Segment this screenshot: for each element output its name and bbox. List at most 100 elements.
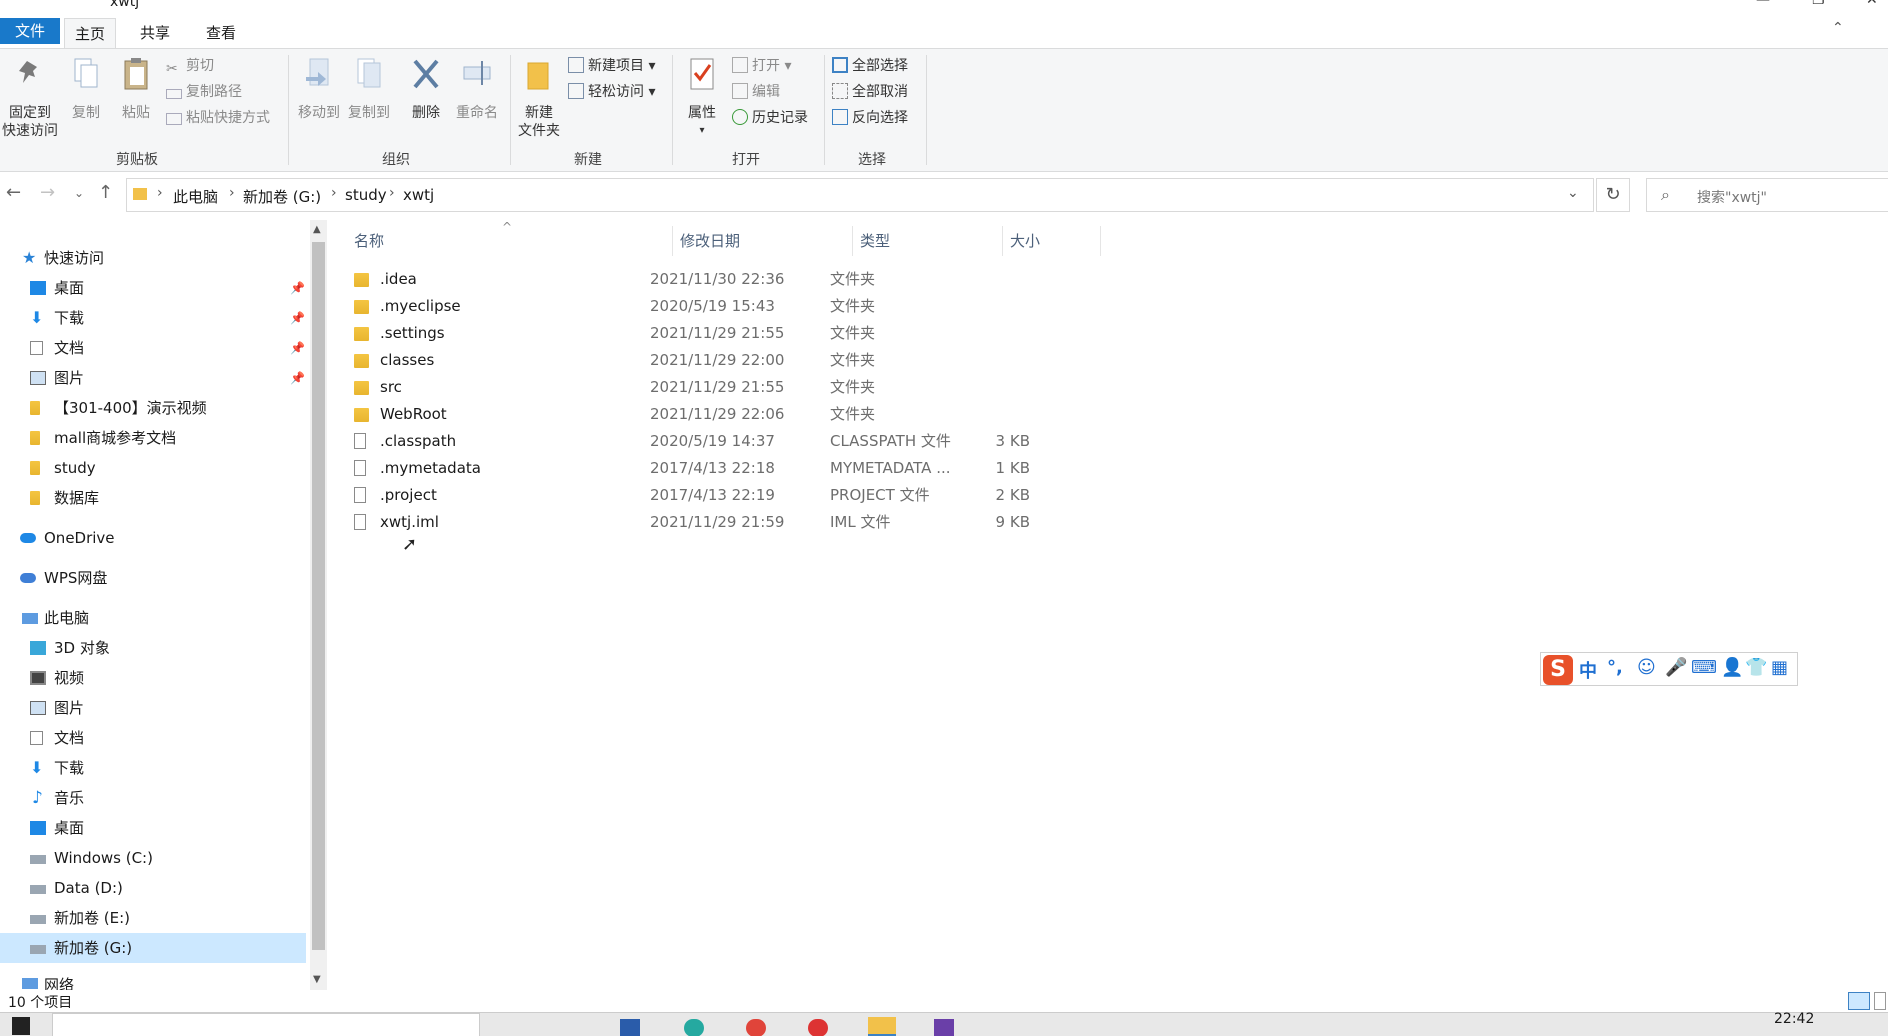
nav-item-demo-videos[interactable]: 【301-400】演示视频: [0, 393, 306, 423]
nav-item-documents-pc[interactable]: 文档: [0, 723, 306, 753]
skin-shirt-icon[interactable]: 👕: [1745, 657, 1767, 678]
address-bar[interactable]: › 此电脑 › 新加卷 (G:) › study › xwtj ⌄: [126, 178, 1594, 212]
copy-to-button[interactable]: 复制到: [344, 55, 394, 122]
invert-selection-button[interactable]: 反向选择: [832, 106, 908, 130]
nav-item-desktop[interactable]: 桌面 📌: [0, 273, 306, 303]
breadcrumb-this-pc[interactable]: 此电脑: [173, 186, 218, 207]
tab-view[interactable]: 查看: [196, 18, 246, 48]
pin-icon[interactable]: 📌: [290, 333, 305, 363]
pin-quick-access-button[interactable]: 固定到 快速访问: [2, 55, 58, 140]
open-button[interactable]: 打开 ▾: [732, 54, 791, 78]
nav-item-mall-docs[interactable]: mall商城参考文档: [0, 423, 306, 453]
column-header-type[interactable]: 类型: [860, 228, 890, 254]
copy-button[interactable]: 复制: [66, 55, 106, 122]
tab-home[interactable]: 主页: [64, 18, 117, 48]
column-header-date[interactable]: 修改日期: [680, 228, 740, 254]
recent-locations-chevron-icon[interactable]: ⌄: [74, 186, 84, 200]
file-row[interactable]: classes 2021/11/29 22:00 文件夹: [350, 347, 1430, 374]
scroll-up-arrow-icon[interactable]: ▲: [313, 224, 321, 235]
column-header-size[interactable]: 大小: [1010, 228, 1040, 254]
column-divider[interactable]: [1002, 226, 1003, 256]
nav-item-videos[interactable]: 视频: [0, 663, 306, 693]
nav-quick-access[interactable]: ★ 快速访问: [0, 243, 306, 273]
large-icons-view-icon[interactable]: [1874, 992, 1886, 1010]
close-button[interactable]: ✕: [1866, 0, 1878, 8]
pin-icon[interactable]: 📌: [290, 273, 305, 303]
file-row[interactable]: WebRoot 2021/11/29 22:06 文件夹: [350, 401, 1430, 428]
nav-wps-cloud[interactable]: WPS网盘: [0, 563, 306, 593]
new-folder-button[interactable]: 新建 文件夹: [514, 55, 564, 140]
breadcrumb-study[interactable]: study: [345, 186, 387, 204]
file-row[interactable]: xwtj.iml 2021/11/29 21:59 IML 文件 9 KB: [350, 509, 1430, 536]
file-row[interactable]: src 2021/11/29 21:55 文件夹: [350, 374, 1430, 401]
file-explorer-icon[interactable]: [868, 1017, 896, 1036]
nav-item-drive-g[interactable]: 新加卷 (G:): [0, 933, 306, 963]
nav-item-study[interactable]: study: [0, 453, 306, 483]
breadcrumb-separator-icon[interactable]: ›: [157, 185, 163, 201]
emoji-icon[interactable]: ☺: [1637, 657, 1656, 678]
pin-icon[interactable]: 📌: [290, 303, 305, 333]
taskbar-search-box[interactable]: [52, 1013, 480, 1036]
back-arrow-icon[interactable]: ←: [6, 182, 21, 203]
new-item-button[interactable]: 新建项目 ▾: [568, 54, 655, 78]
nav-item-downloads[interactable]: ⬇ 下载 📌: [0, 303, 306, 333]
user-icon[interactable]: 👤: [1721, 657, 1743, 678]
details-view-icon[interactable]: [1848, 992, 1870, 1010]
column-header-name[interactable]: 名称: [354, 228, 384, 254]
nav-item-music[interactable]: ♪ 音乐: [0, 783, 306, 813]
taskbar-app-icon[interactable]: [684, 1019, 704, 1036]
file-row[interactable]: .idea 2021/11/30 22:36 文件夹: [350, 266, 1430, 293]
file-row[interactable]: .myeclipse 2020/5/19 15:43 文件夹: [350, 293, 1430, 320]
breadcrumb-separator-icon[interactable]: ›: [331, 185, 337, 201]
edit-button[interactable]: 编辑: [732, 80, 780, 104]
cut-button[interactable]: ✂ 剪切: [166, 54, 214, 78]
nav-onedrive[interactable]: OneDrive: [0, 523, 306, 553]
address-dropdown-chevron-icon[interactable]: ⌄: [1567, 185, 1579, 201]
ime-mode-chinese[interactable]: 中: [1579, 657, 1597, 683]
toolbox-grid-icon[interactable]: ▦: [1771, 657, 1788, 678]
nav-item-desktop-pc[interactable]: 桌面: [0, 813, 306, 843]
tab-file[interactable]: 文件: [0, 18, 60, 44]
column-divider[interactable]: [1100, 226, 1101, 256]
move-to-button[interactable]: 移动到: [294, 55, 344, 122]
paste-shortcut-button[interactable]: 粘贴快捷方式: [166, 106, 270, 130]
rename-button[interactable]: 重命名: [452, 55, 502, 122]
ribbon-collapse-icon[interactable]: ⌃: [1832, 20, 1844, 36]
select-all-button[interactable]: 全部选择: [832, 54, 908, 78]
forward-arrow-icon[interactable]: →: [40, 182, 55, 203]
maximize-button[interactable]: ❐: [1812, 0, 1825, 8]
select-none-button[interactable]: 全部取消: [832, 80, 908, 104]
file-row[interactable]: .settings 2021/11/29 21:55 文件夹: [350, 320, 1430, 347]
nav-item-pictures-pc[interactable]: 图片: [0, 693, 306, 723]
column-divider[interactable]: [852, 226, 853, 256]
breadcrumb-separator-icon[interactable]: ›: [229, 185, 235, 201]
microphone-icon[interactable]: 🎤: [1665, 657, 1687, 678]
breadcrumb-separator-icon[interactable]: ›: [389, 185, 395, 201]
refresh-button[interactable]: ↻: [1596, 178, 1630, 212]
nav-this-pc[interactable]: 此电脑: [0, 603, 306, 633]
tab-share[interactable]: 共享: [130, 18, 180, 48]
copy-path-button[interactable]: 复制路径: [166, 80, 242, 104]
minimize-button[interactable]: —: [1756, 0, 1770, 8]
sogou-logo-icon[interactable]: S: [1543, 655, 1573, 685]
column-divider[interactable]: [672, 226, 673, 256]
ime-punctuation[interactable]: °,: [1607, 657, 1623, 678]
scroll-down-arrow-icon[interactable]: ▼: [313, 974, 321, 985]
up-arrow-icon[interactable]: ↑: [98, 182, 113, 203]
pin-icon[interactable]: 📌: [290, 363, 305, 393]
taskbar-app-icon[interactable]: [934, 1019, 954, 1036]
nav-item-drive-e[interactable]: 新加卷 (E:): [0, 903, 306, 933]
nav-item-downloads-pc[interactable]: ⬇ 下载: [0, 753, 306, 783]
easy-access-button[interactable]: 轻松访问 ▾: [568, 80, 655, 104]
properties-button[interactable]: 属性 ▾: [680, 55, 724, 140]
nav-item-drive-c[interactable]: Windows (C:): [0, 843, 306, 873]
taskbar-app-icon[interactable]: [808, 1019, 828, 1036]
taskbar-clock[interactable]: 22:42: [1774, 1011, 1814, 1027]
search-box[interactable]: ⌕ 搜索"xwtj": [1646, 178, 1888, 212]
file-row[interactable]: .project 2017/4/13 22:19 PROJECT 文件 2 KB: [350, 482, 1430, 509]
nav-scrollbar[interactable]: ▲ ▼: [310, 220, 327, 990]
nav-item-3d-objects[interactable]: 3D 对象: [0, 633, 306, 663]
nav-network[interactable]: 网络: [0, 970, 306, 990]
file-row[interactable]: .mymetadata 2017/4/13 22:18 MYMETADATA ...…: [350, 455, 1430, 482]
scrollbar-thumb[interactable]: [312, 242, 325, 950]
